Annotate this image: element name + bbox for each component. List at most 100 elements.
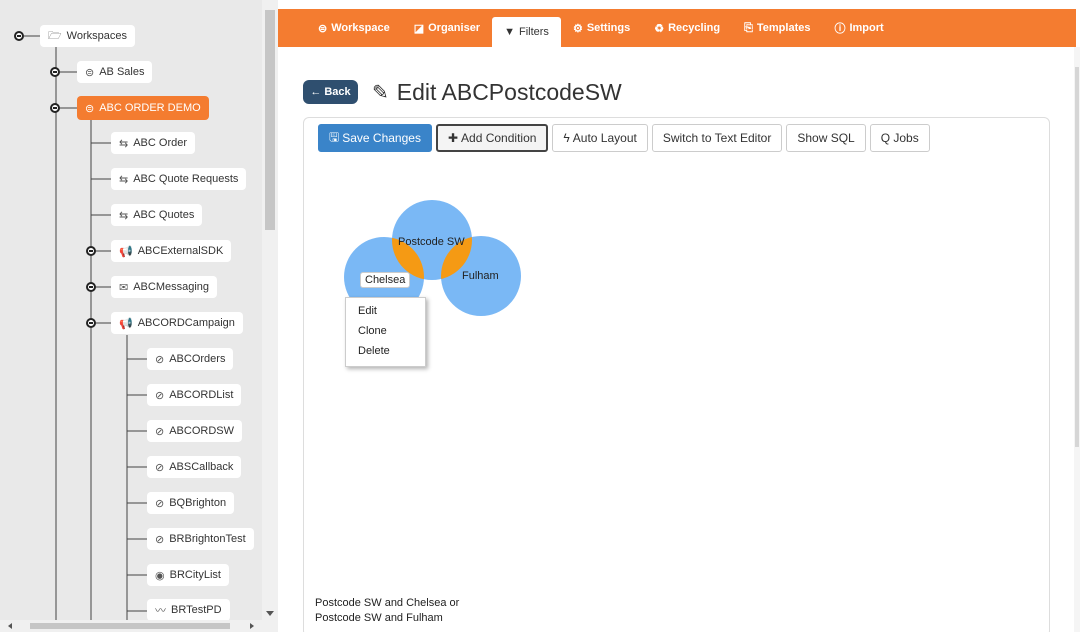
venn-label-fulham: Fulham xyxy=(462,270,499,282)
tab-import[interactable]: ⓘ Import xyxy=(822,9,895,47)
database-icon: ⊜ xyxy=(85,102,95,115)
collapse-toggle-abcordcampaign[interactable] xyxy=(86,318,96,328)
info-icon: ⓘ xyxy=(834,23,846,35)
tree-node-label: ABC ORDER DEMO xyxy=(99,102,201,114)
tab-recycling[interactable]: ♻ Recycling xyxy=(642,9,732,47)
expand-toggle-ab-sales[interactable] xyxy=(50,67,60,77)
database-icon: ⊜ xyxy=(318,22,328,35)
workspace-tree-panel: 🗁 Workspaces ⊜ AB Sales ⊜ ABC ORDER DEMO… xyxy=(0,0,278,632)
tree-node-label: BRTestPD xyxy=(171,604,222,616)
tab-workspace[interactable]: ⊜ Workspace xyxy=(306,9,402,47)
tree-node-label: ABC Order xyxy=(133,137,188,149)
back-button-label: Back xyxy=(324,86,351,98)
tree-node-label: ABC Quotes xyxy=(133,209,195,221)
add-condition-button[interactable]: ✚ Add Condition xyxy=(435,124,549,152)
bolt-icon: ϟ xyxy=(563,131,570,145)
tab-label: Filters xyxy=(518,26,549,38)
context-menu-edit[interactable]: Edit xyxy=(346,302,425,322)
tree-node-abc-order[interactable]: ⇆ ABC Order xyxy=(111,132,196,154)
tree-node-bqbrighton[interactable]: ⊘ BQBrighton xyxy=(147,492,235,514)
tab-settings[interactable]: ⚙ Settings xyxy=(561,9,642,47)
scroll-left-arrow-icon[interactable] xyxy=(8,623,12,629)
tree-node-label: BRCityList xyxy=(169,569,221,581)
expand-toggle-abcexternalsdk[interactable] xyxy=(86,246,96,256)
expand-toggle-abcmessaging[interactable] xyxy=(86,282,96,292)
plus-icon: ✚ xyxy=(447,131,459,145)
tree-node-label: AB Sales xyxy=(99,66,145,78)
megaphone-icon: 📢 xyxy=(119,245,133,258)
save-changes-button[interactable]: 🖫 Save Changes xyxy=(318,124,432,152)
show-sql-button[interactable]: Show SQL xyxy=(786,124,866,152)
messaging-icon: ✉ xyxy=(119,281,129,294)
templates-icon: ⎘ xyxy=(744,21,753,34)
recycle-icon: ♻ xyxy=(654,22,665,35)
main-vertical-scrollbar[interactable] xyxy=(1074,47,1080,632)
arrow-left-icon: ← xyxy=(310,86,322,98)
arrows-exchange-icon: ⇆ xyxy=(119,137,129,150)
tree-node-brcitylist[interactable]: ◉ BRCityList xyxy=(147,564,229,586)
context-menu-clone[interactable]: Clone xyxy=(346,322,425,342)
page-title: ✎ Edit ABCPostcodeSW xyxy=(372,79,622,106)
folder-open-icon: 🗁 xyxy=(48,29,62,42)
tree-node-abc-order-demo[interactable]: ⊜ ABC ORDER DEMO xyxy=(77,96,209,120)
eye-slash-icon: ⊘ xyxy=(155,389,165,402)
tree-node-brbrightontest[interactable]: ⊘ BRBrightonTest xyxy=(147,528,254,550)
eye-slash-icon: ⊘ xyxy=(155,497,165,510)
tree-horizontal-scrollbar[interactable] xyxy=(0,620,278,632)
tree-node-label: ABCORDCampaign xyxy=(137,317,235,329)
tree-node-abcordcampaign[interactable]: 📢 ABCORDCampaign xyxy=(111,312,243,334)
tree-node-ab-sales[interactable]: ⊜ AB Sales xyxy=(77,61,153,83)
add-condition-label: Add Condition xyxy=(461,131,537,145)
tree-node-workspaces[interactable]: 🗁 Workspaces xyxy=(40,25,135,47)
tree-node-abc-quote-requests[interactable]: ⇆ ABC Quote Requests xyxy=(111,168,247,190)
auto-layout-button[interactable]: ϟ Auto Layout xyxy=(552,124,648,152)
eye-slash-icon: ⊘ xyxy=(155,461,165,474)
tab-label: Import xyxy=(849,22,884,34)
filter-summary-line: Postcode SW and Fulham xyxy=(315,612,443,624)
tree-vertical-scrollbar[interactable] xyxy=(262,0,278,620)
show-sql-label: Show SQL xyxy=(797,131,855,145)
scroll-down-arrow-icon[interactable] xyxy=(266,611,274,616)
page-title-text: Edit ABCPostcodeSW xyxy=(396,79,622,105)
database-icon: ⊜ xyxy=(85,66,95,79)
filter-summary-line: Postcode SW and Chelsea or xyxy=(315,597,460,609)
tree-node-abscallback[interactable]: ⊘ ABSCallback xyxy=(147,456,242,478)
tab-label: Templates xyxy=(756,22,811,34)
tab-organiser[interactable]: ◪ Organiser xyxy=(402,9,492,47)
jobs-label: Q Jobs xyxy=(880,131,919,145)
line-chart-icon: 〰 xyxy=(155,605,166,617)
venn-label-postcode-sw: Postcode SW xyxy=(398,236,465,248)
tab-filters[interactable]: ▼ Filters xyxy=(492,17,561,47)
tree-node-label: ABCMessaging xyxy=(133,281,210,293)
eye-slash-icon: ⊘ xyxy=(155,425,165,438)
tree-node-abcexternalsdk[interactable]: 📢 ABCExternalSDK xyxy=(111,240,232,262)
tree-node-abc-quotes[interactable]: ⇆ ABC Quotes xyxy=(111,204,203,226)
gear-icon: ⚙ xyxy=(572,22,583,35)
collapse-toggle-workspaces[interactable] xyxy=(14,31,24,41)
tree-node-brtestpd[interactable]: 〰 BRTestPD xyxy=(147,599,230,621)
editor-toolbar: 🖫 Save Changes ✚ Add Condition ϟ Auto La… xyxy=(318,124,930,152)
scrollbar-thumb[interactable] xyxy=(265,10,275,230)
collapse-toggle-abc-order-demo[interactable] xyxy=(50,103,60,113)
tree-node-label: ABCORDSW xyxy=(169,425,234,437)
tab-label: Recycling xyxy=(668,22,721,34)
scrollbar-thumb[interactable] xyxy=(30,623,230,629)
book-icon: ◪ xyxy=(413,22,425,35)
scrollbar-thumb[interactable] xyxy=(1075,67,1079,447)
arrows-exchange-icon: ⇆ xyxy=(119,173,129,186)
context-menu-delete[interactable]: Delete xyxy=(346,342,425,362)
tree-node-abcmessaging[interactable]: ✉ ABCMessaging xyxy=(111,276,218,298)
eye-slash-icon: ⊘ xyxy=(155,353,165,366)
switch-to-text-editor-button[interactable]: Switch to Text Editor xyxy=(651,124,783,152)
tree-node-abcordlist[interactable]: ⊘ ABCORDList xyxy=(147,384,242,406)
tree-node-abcorders[interactable]: ⊘ ABCOrders xyxy=(147,348,234,370)
tree-node-label: ABCExternalSDK xyxy=(137,245,224,257)
tree-node-abcordsw[interactable]: ⊘ ABCORDSW xyxy=(147,420,242,442)
eye-slash-icon: ⊘ xyxy=(155,533,165,546)
jobs-button[interactable]: Q Jobs xyxy=(869,124,930,152)
tab-templates[interactable]: ⎘ Templates xyxy=(732,9,822,47)
tab-label: Workspace xyxy=(331,22,390,34)
save-changes-label: Save Changes xyxy=(342,131,421,145)
scroll-right-arrow-icon[interactable] xyxy=(250,623,254,629)
back-button[interactable]: ← Back xyxy=(303,80,358,104)
